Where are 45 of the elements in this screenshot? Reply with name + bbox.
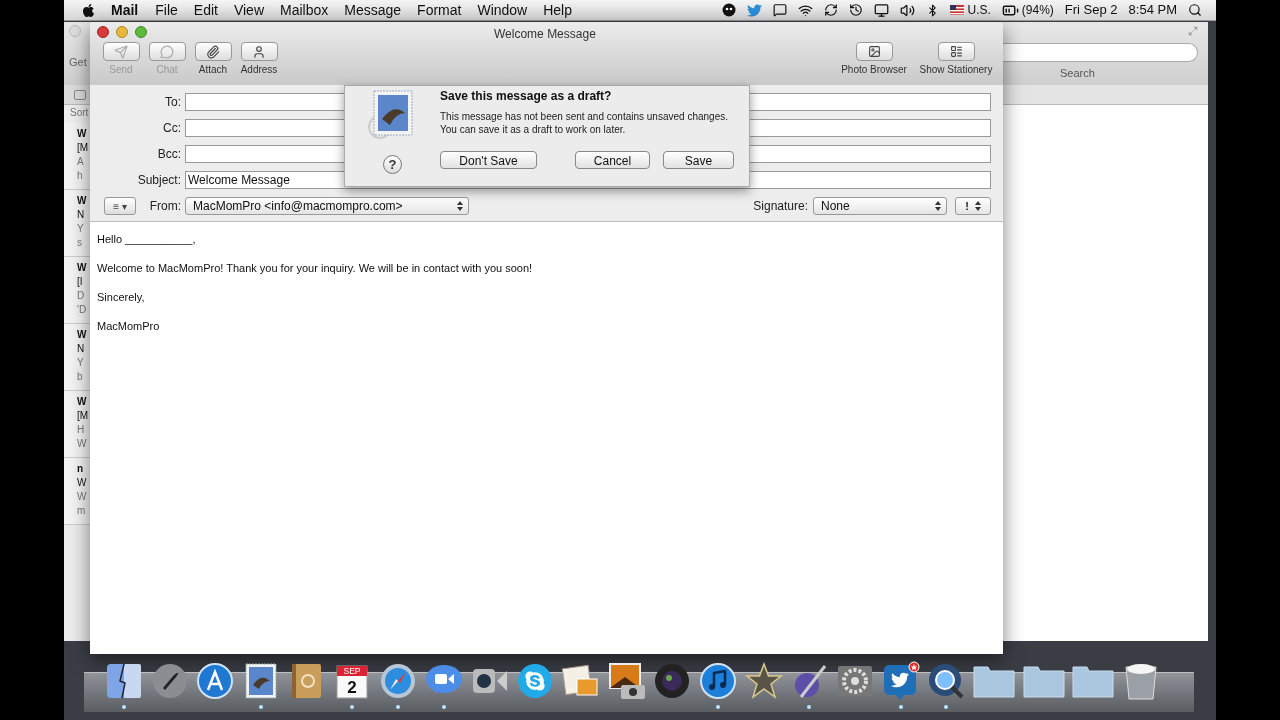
- message-text: N: [77, 342, 85, 356]
- message-text: W: [77, 261, 87, 275]
- toolbar-label: Attach: [198, 63, 228, 77]
- field-label: Subject:: [136, 172, 182, 189]
- message-text: D: [77, 289, 85, 303]
- toolbar-label: Address: [240, 63, 278, 77]
- message-text: Y: [77, 222, 84, 236]
- body-text: MacMomPro: [97, 319, 161, 333]
- body-text: Hello ___________,: [97, 232, 197, 246]
- message-text: s: [77, 236, 82, 250]
- message-text: h: [77, 169, 83, 183]
- message-text: m: [77, 504, 86, 518]
- body-text: Welcome to MacMomPro! Thank you for your inquiry. We will be in contact with you soon!: [97, 261, 534, 275]
- message-text: W: [77, 328, 87, 342]
- dialog-title: Save this message as a draft?: [440, 88, 613, 105]
- field-label: From:: [148, 198, 182, 215]
- toolbar-label: Get: [69, 55, 87, 70]
- message-text: N: [77, 208, 85, 222]
- message-text: b: [77, 370, 83, 384]
- message-text: W: [77, 490, 87, 504]
- message-text: 'D: [77, 303, 87, 317]
- message-text: [M: [77, 409, 89, 423]
- field-label: Cc:: [162, 120, 182, 137]
- body-text: Sincerely,: [97, 290, 146, 304]
- message-text: W: [77, 437, 87, 451]
- message-text: [I: [77, 275, 83, 289]
- message-text: W: [77, 476, 87, 490]
- message-text: [M: [77, 141, 89, 155]
- field-label: Signature:: [753, 198, 808, 215]
- dialog-message: This message has not been sent and contains unsaved changes. You can save it as a draft to work on later.: [440, 110, 729, 136]
- message-text: W: [77, 395, 87, 409]
- message-text: n: [77, 462, 84, 476]
- message-text: Y: [77, 356, 84, 370]
- search-label: Search: [1060, 66, 1096, 81]
- sort-label: Sort: [70, 107, 89, 118]
- field-label: Bcc:: [156, 146, 182, 163]
- battery-percent: (94%): [1021, 2, 1054, 19]
- message-text: W: [77, 127, 87, 141]
- window-title: Welcome Message: [494, 26, 596, 43]
- toolbar-label: Photo Browser: [841, 63, 907, 77]
- message-text: A: [77, 155, 84, 169]
- message-text: H: [77, 423, 85, 437]
- toolbar-label: Show Stationery: [919, 63, 993, 77]
- message-text: W: [77, 194, 87, 208]
- field-label: To:: [164, 94, 182, 111]
